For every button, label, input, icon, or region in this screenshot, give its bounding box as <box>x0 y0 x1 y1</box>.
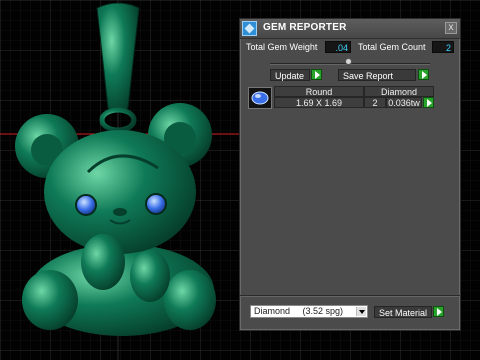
totals-row: Total Gem Weight .04 Total Gem Count 2 <box>245 41 455 55</box>
gem-list: Round Diamond 1.69 X 1.69 2 0.036tw <box>245 85 455 111</box>
bear-head <box>44 130 196 254</box>
set-material-button[interactable]: Set Material <box>374 306 432 318</box>
gem-reporter-panel: GEM REPORTER x Total Gem Weight .04 Tota… <box>239 18 461 331</box>
left-eye-gem <box>75 194 97 216</box>
close-button[interactable]: x <box>445 22 457 34</box>
total-weight-label: Total Gem Weight <box>246 42 318 52</box>
update-button-label: Update <box>275 71 305 81</box>
save-report-go-icon[interactable] <box>418 69 429 80</box>
right-foot <box>164 270 216 330</box>
set-material-button-label: Set Material <box>379 308 428 318</box>
save-report-button-label: Save Report <box>343 71 394 81</box>
close-icon: x <box>448 22 454 33</box>
gem-weight: 0.036tw <box>386 97 422 108</box>
gem-row-thumbnail[interactable] <box>248 87 272 109</box>
gem-count: 2 <box>364 97 386 108</box>
left-arm <box>81 234 125 290</box>
gem-reporter-icon <box>242 21 257 36</box>
update-button[interactable]: Update <box>270 69 310 81</box>
material-select[interactable]: Diamond (3.52 spg) <box>250 305 368 318</box>
gem-shape: Round <box>274 86 364 97</box>
set-material-go-icon[interactable] <box>433 306 444 317</box>
update-go-icon[interactable] <box>311 69 322 80</box>
total-count-label: Total Gem Count <box>358 42 426 52</box>
gem-row-go-icon[interactable] <box>423 97 434 108</box>
total-weight-value: .04 <box>325 41 351 53</box>
panel-title: GEM REPORTER <box>263 22 347 33</box>
panel-slider[interactable] <box>270 58 430 65</box>
gem-material: Diamond <box>364 86 434 97</box>
right-arm <box>130 250 170 302</box>
material-select-value: Diamond (3.52 spg) <box>254 306 344 316</box>
bear-nose <box>113 208 127 216</box>
bottom-divider <box>240 295 460 297</box>
total-count-value: 2 <box>432 41 454 53</box>
slider-thumb[interactable] <box>345 58 352 65</box>
round-gem-icon <box>251 91 269 105</box>
panel-titlebar[interactable]: GEM REPORTER x <box>240 19 460 39</box>
save-report-button[interactable]: Save Report <box>338 69 416 81</box>
gem-size: 1.69 X 1.69 <box>274 97 364 108</box>
right-eye-gem <box>145 193 167 215</box>
left-foot <box>22 270 78 330</box>
chevron-down-icon[interactable] <box>356 307 366 316</box>
